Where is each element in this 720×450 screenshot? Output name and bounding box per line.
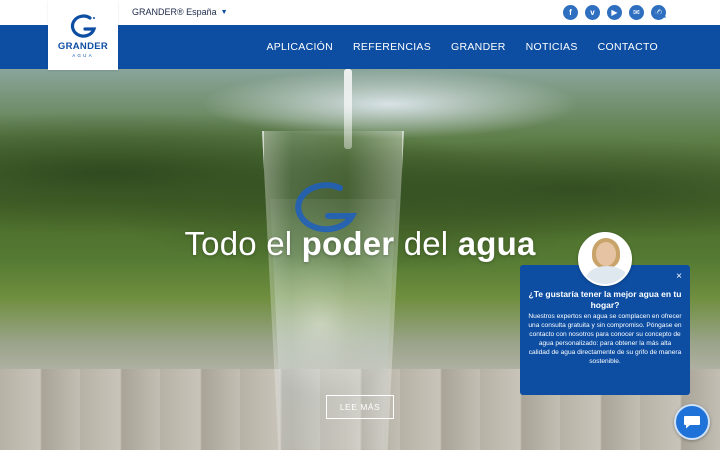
headline-mid: del bbox=[394, 225, 458, 262]
grander-logo-mark bbox=[70, 13, 97, 38]
chat-body: Nuestros expertos en agua se complacen e… bbox=[528, 313, 682, 365]
close-icon[interactable]: × bbox=[676, 271, 682, 282]
nav-item-grander[interactable]: GRANDER bbox=[451, 41, 506, 53]
headline-prefix: Todo el bbox=[184, 225, 302, 262]
read-more-button[interactable]: LEE MÁS bbox=[326, 395, 394, 419]
facebook-icon[interactable]: f bbox=[563, 5, 578, 20]
search-icon[interactable] bbox=[655, 7, 666, 18]
chat-question: ¿Te gustaría tener la mejor agua en tu h… bbox=[528, 289, 682, 310]
logo-wordmark: GRANDER bbox=[57, 40, 109, 52]
logo-subtitle: AGUA bbox=[72, 52, 94, 58]
headline-bold-agua: agua bbox=[457, 225, 536, 262]
language-selector[interactable]: GRANDER® España ▼ bbox=[132, 7, 228, 17]
nav-item-contacto[interactable]: CONTACTO bbox=[598, 41, 658, 53]
agent-avatar bbox=[578, 232, 632, 286]
language-label: GRANDER® España bbox=[132, 7, 217, 17]
chat-button[interactable] bbox=[674, 404, 710, 440]
nav-item-referencias[interactable]: REFERENCIAS bbox=[353, 41, 431, 53]
headline-bold-poder: poder bbox=[301, 225, 395, 262]
chevron-down-icon: ▼ bbox=[220, 8, 228, 16]
nav-item-noticias[interactable]: NOTICIAS bbox=[526, 41, 578, 53]
nav-menu: APLICACIÓN REFERENCIAS GRANDER NOTICIAS … bbox=[266, 25, 658, 69]
grander-logo[interactable]: GRANDER AGUA bbox=[48, 0, 118, 70]
avatar-shirt bbox=[586, 266, 628, 284]
avatar-face bbox=[596, 242, 616, 266]
social-links: f v ▶ ✉ ✆ bbox=[563, 5, 666, 20]
vimeo-icon[interactable]: v bbox=[585, 5, 600, 20]
email-icon[interactable]: ✉ bbox=[629, 5, 644, 20]
chat-bubble-icon bbox=[684, 416, 700, 429]
nav-item-aplicacion[interactable]: APLICACIÓN bbox=[266, 41, 333, 53]
youtube-icon[interactable]: ▶ bbox=[607, 5, 622, 20]
